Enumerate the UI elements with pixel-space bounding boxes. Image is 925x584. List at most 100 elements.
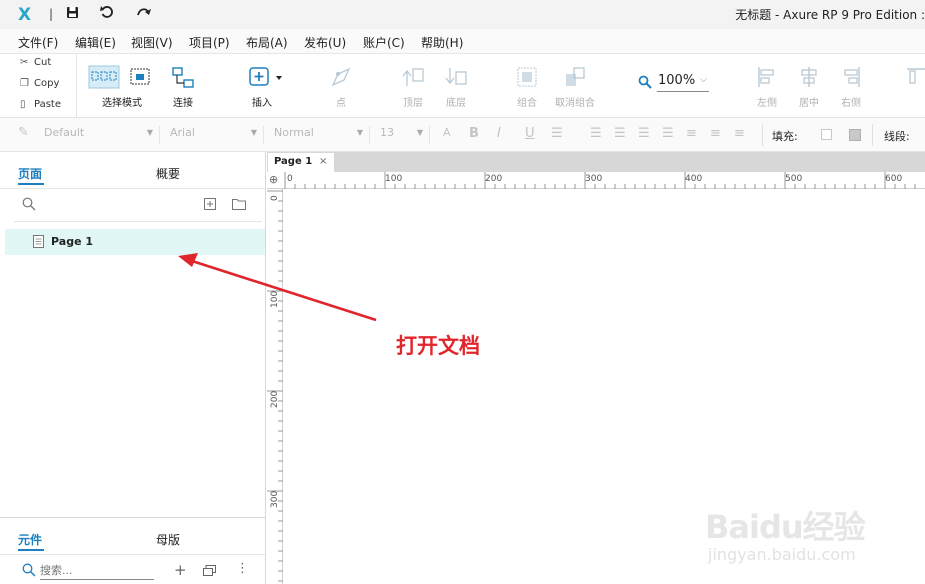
format-divider [872,124,873,146]
align-left-button[interactable]: 左侧 [752,66,782,109]
point-button[interactable]: 点 [326,66,356,109]
title-separator: | [49,7,54,21]
menu-file[interactable]: 文件(F) [18,34,58,51]
font-size-select[interactable]: 13 ▼ [380,126,430,144]
align-text-center-icon[interactable]: ☰ [614,126,626,141]
tab-outline[interactable]: 概要 [156,165,180,182]
main-toolbar: ✂ Cut ❐ Copy ▯ Paste 选择模式 连接 插入 点 顶层 底层 … [0,54,925,118]
align-text-right-icon[interactable]: ☰ [638,126,650,141]
select-mode-icon [88,65,150,89]
copy-button[interactable]: ❐ Copy [20,78,59,89]
search-icon[interactable] [22,563,36,577]
add-folder-icon[interactable] [232,198,246,210]
align-top-icon [907,68,925,84]
zoom-control[interactable]: 100% ⌵ [638,71,710,93]
align-text-left-icon[interactable]: ☰ [590,126,602,141]
bullet-list-icon[interactable]: ☰ [551,126,563,141]
panel-divider [0,554,265,555]
tab-libraries[interactable]: 元件 [18,531,42,548]
menu-arrange[interactable]: 布局(A) [246,34,288,51]
ruler-label: 0 [270,195,280,201]
connector-icon [172,67,194,88]
copy-icon: ❐ [20,78,29,89]
insert-plus-icon [249,67,282,86]
insert-button[interactable]: 插入 [246,66,286,109]
point-label: 点 [336,98,346,109]
undo-icon[interactable] [100,5,114,23]
group-button[interactable]: 组合 [512,66,542,109]
tab-masters[interactable]: 母版 [156,531,180,548]
menu-help[interactable]: 帮助(H) [421,34,463,51]
redo-icon[interactable] [136,5,152,23]
align-right-button[interactable]: 右侧 [836,66,866,109]
annotation-arrow [178,253,377,322]
ruler-label: 300 [270,490,280,508]
select-mode-label: 选择模式 [102,98,142,109]
baidu-watermark: Baidu经验 [705,508,866,546]
horizontal-ruler: ⊕ 0 100 200 300 400 500 600 [267,172,925,189]
align-center-button[interactable]: 居中 [794,66,824,109]
ruler-origin-icon: ⊕ [269,173,279,186]
valign-top-icon[interactable]: ≡ [686,126,697,141]
save-icon[interactable] [66,5,79,23]
ungroup-label: 取消组合 [555,98,595,109]
page-icon [33,235,44,248]
font-color-icon[interactable]: A [443,126,451,139]
align-top-button[interactable]: 顶 [906,66,925,94]
menu-publish[interactable]: 发布(U) [304,34,346,51]
library-manage-icon[interactable] [203,565,216,576]
ungroup-button[interactable]: 取消组合 [555,66,595,109]
search-divider [14,221,262,222]
menu-view[interactable]: 视图(V) [131,34,173,51]
valign-middle-icon[interactable]: ≡ [710,126,721,141]
underline-icon[interactable]: U [525,126,535,141]
menu-edit[interactable]: 编辑(E) [75,34,116,51]
more-options-icon[interactable]: ⋮ [236,561,249,576]
stroke-label: 线段: [884,130,910,143]
tab-pages[interactable]: 页面 [18,165,42,182]
zoom-underline [657,91,709,92]
insert-label: 插入 [252,98,272,109]
chevron-down-icon: ▼ [146,128,153,137]
chevron-down-icon: ▼ [356,128,363,137]
font-select[interactable]: Arial ▼ [170,126,264,144]
ruler-label: 300 [585,174,603,184]
top-layer-button[interactable]: 顶层 [398,66,428,109]
align-text-justify-icon[interactable]: ☰ [662,126,674,141]
cut-button[interactable]: ✂ Cut [20,57,51,68]
library-search-input[interactable] [40,562,154,580]
chevron-down-icon: ▼ [416,128,423,137]
copy-label: Copy [34,78,60,89]
valign-bottom-icon[interactable]: ≡ [734,126,745,141]
connect-label: 连接 [173,98,193,109]
active-tab-indicator [18,549,44,551]
search-icon[interactable] [22,197,36,211]
select-mode-button[interactable]: 选择模式 [88,65,158,109]
toolbar-divider [76,54,77,117]
style-edit-icon[interactable]: ✎ [18,125,29,140]
ruler-label: 200 [485,174,503,184]
zoom-dropdown-icon: ⌵ [700,75,707,85]
send-to-back-icon [445,68,467,85]
add-page-icon[interactable] [204,198,216,210]
ruler-label: 200 [270,390,280,408]
bottom-layer-button[interactable]: 底层 [441,66,471,109]
connect-button[interactable]: 连接 [168,67,198,109]
italic-icon[interactable]: I [497,126,501,141]
shadow-swatch[interactable] [849,129,861,141]
fill-color-swatch[interactable] [821,129,832,140]
align-center-icon [801,67,817,87]
page-label: Page 1 [51,235,94,248]
bold-icon[interactable]: B [469,126,479,141]
font-weight-select[interactable]: Normal ▼ [274,126,370,144]
annotation-label: 打开文档 [396,334,480,358]
fill-label: 填充: [772,130,798,143]
paste-button[interactable]: ▯ Paste [20,99,61,110]
align-right-label: 右侧 [841,98,861,109]
close-tab-icon[interactable]: × [319,156,327,167]
add-library-icon[interactable]: + [174,561,187,579]
document-tab[interactable]: Page 1 × [268,153,334,172]
style-select[interactable]: Default ▼ [44,126,160,144]
menu-project[interactable]: 项目(P) [189,34,230,51]
menu-account[interactable]: 账户(C) [363,34,405,51]
